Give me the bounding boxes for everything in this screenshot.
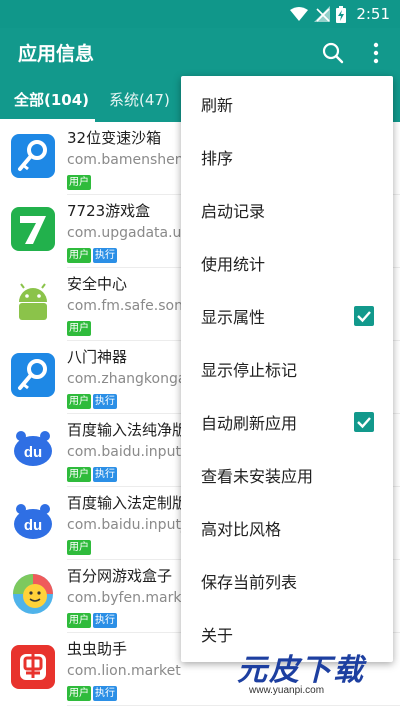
menu-item-label: 自动刷新应用 xyxy=(201,414,298,433)
menu-item-label: 关于 xyxy=(201,626,234,645)
app-name: 安全中心 xyxy=(67,275,128,293)
menu-item-label: 显示属性 xyxy=(201,308,266,327)
app-name: 八门神器 xyxy=(67,348,128,366)
menu-item-show-stop-mark[interactable]: 显示停止标记 xyxy=(181,342,393,395)
app-package: com.upgadata.up xyxy=(67,225,191,241)
watermark-title: 元皮下载 xyxy=(237,653,365,688)
menu-item-show-properties[interactable]: 显示属性 xyxy=(181,289,393,342)
checkbox-checked[interactable] xyxy=(354,306,374,326)
app-package: com.baidu.input xyxy=(67,444,181,460)
more-vert-icon xyxy=(373,42,379,64)
no-signal-icon xyxy=(314,6,331,22)
app-name: 百分网游戏盒子 xyxy=(67,567,173,585)
menu-item-label: 显示停止标记 xyxy=(201,361,298,380)
app-package: com.baidu.input_c xyxy=(67,517,196,533)
menu-item-label: 排序 xyxy=(201,149,234,168)
menu-item-usage-stats[interactable]: 使用统计 xyxy=(181,236,393,289)
exec-badge: 执行 xyxy=(93,467,117,482)
app-package: com.zhangkongap xyxy=(67,371,196,387)
user-badge: 用户 xyxy=(67,321,91,336)
menu-item-label: 使用统计 xyxy=(201,255,266,274)
user-badge: 用户 xyxy=(67,540,91,555)
menu-item-high-contrast[interactable]: 高对比风格 xyxy=(181,501,393,554)
watermark-logo: 元皮下载 www.yuanpi.com xyxy=(237,645,395,707)
menu-item-sort[interactable]: 排序 xyxy=(181,130,393,183)
exec-badge: 执行 xyxy=(93,394,117,409)
tab-all[interactable]: 全部(104) xyxy=(14,78,89,122)
menu-item-label: 高对比风格 xyxy=(201,520,282,539)
check-icon xyxy=(357,311,371,323)
status-time: 2:51 xyxy=(356,5,390,23)
key-wrench-icon xyxy=(11,134,55,178)
user-badge: 用户 xyxy=(67,394,91,409)
user-badge: 用户 xyxy=(67,613,91,628)
status-bar: 2:51 xyxy=(0,0,400,28)
overflow-menu-button[interactable] xyxy=(366,40,386,66)
status-icons: 2:51 xyxy=(290,4,390,24)
exec-badge: 执行 xyxy=(93,248,117,263)
menu-item-launch-history[interactable]: 启动记录 xyxy=(181,183,393,236)
battery-charging-icon xyxy=(336,5,347,23)
app-name: 32位变速沙箱 xyxy=(67,129,162,147)
user-badge: 用户 xyxy=(67,686,91,701)
page-title: 应用信息 xyxy=(18,43,95,65)
app-name: 百度输入法定制版 xyxy=(67,494,188,512)
menu-item-label: 保存当前列表 xyxy=(201,573,298,592)
user-badge: 用户 xyxy=(67,467,91,482)
watermark-url: www.yuanpi.com xyxy=(249,685,325,696)
checkbox-checked[interactable] xyxy=(354,412,374,432)
app-name: 7723游戏盒 xyxy=(67,202,151,220)
exec-badge: 执行 xyxy=(93,613,117,628)
chongchong-icon xyxy=(11,645,55,689)
menu-item-label: 查看未安装应用 xyxy=(201,467,314,486)
smiley-icon xyxy=(11,572,55,616)
menu-item-label: 刷新 xyxy=(201,96,234,115)
menu-item-auto-refresh[interactable]: 自动刷新应用 xyxy=(181,395,393,448)
baidu-du-icon: du xyxy=(11,426,55,470)
wifi-icon xyxy=(290,7,309,21)
app-package: com.byfen.marke xyxy=(67,590,190,606)
android-icon xyxy=(11,280,55,324)
search-button[interactable] xyxy=(320,40,346,66)
exec-badge: 执行 xyxy=(93,686,117,701)
app-bar: 应用信息 xyxy=(0,28,400,78)
menu-item-save-list[interactable]: 保存当前列表 xyxy=(181,554,393,607)
seven-logo-icon xyxy=(11,207,55,251)
check-icon xyxy=(357,417,371,429)
user-badge: 用户 xyxy=(67,248,91,263)
svg-text:du: du xyxy=(24,517,42,534)
overflow-menu: 刷新 排序 启动记录 使用统计 显示属性 显示停止标记 自动刷新应用 查看未安装… xyxy=(181,76,393,662)
user-badge: 用户 xyxy=(67,175,91,190)
app-package: com.bamenshenq xyxy=(67,152,193,168)
app-name: 百度输入法纯净版 xyxy=(67,421,188,439)
menu-item-refresh[interactable]: 刷新 xyxy=(181,77,393,130)
menu-item-label: 启动记录 xyxy=(201,202,266,221)
app-package: com.lion.market xyxy=(67,663,181,679)
baidu-du-icon: du xyxy=(11,499,55,543)
svg-text:du: du xyxy=(24,444,42,461)
key-wrench-icon xyxy=(11,353,55,397)
search-icon xyxy=(322,42,344,64)
tab-system[interactable]: 系统(47) xyxy=(109,78,170,122)
app-name: 虫虫助手 xyxy=(67,640,128,658)
app-package: com.fm.safe.sony xyxy=(67,298,192,314)
menu-item-uninstalled-apps[interactable]: 查看未安装应用 xyxy=(181,448,393,501)
